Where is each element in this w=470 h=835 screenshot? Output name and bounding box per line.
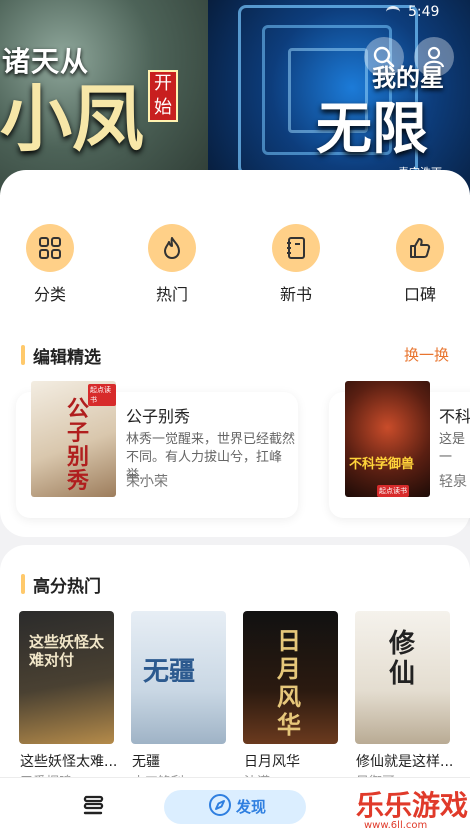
- category-icon-bg: [148, 224, 196, 272]
- publisher-badge: 起点读书: [377, 485, 409, 497]
- thumbs-up-icon: [410, 238, 431, 258]
- section-hot-header: 高分热门: [21, 572, 101, 597]
- search-button[interactable]: [364, 37, 404, 77]
- book-cover[interactable]: 无疆: [131, 611, 226, 744]
- section-accent-bar: [21, 574, 25, 594]
- category-icon-bg: [272, 224, 320, 272]
- banner-left-title-big: 小凤: [0, 76, 145, 161]
- bookshelf-icon[interactable]: [80, 794, 106, 818]
- user-icon: [423, 46, 445, 68]
- category-remen[interactable]: 热门: [132, 224, 212, 305]
- watermark-url: www.6ll.com: [364, 820, 428, 831]
- cover-title: 修仙: [389, 629, 416, 689]
- banner-left-seal: 开始: [148, 70, 178, 122]
- site-watermark: 乐乐游戏 www.6ll.com: [356, 784, 470, 835]
- nav-discover-tab[interactable]: [164, 790, 306, 824]
- category-label: 分类: [33, 285, 66, 304]
- cover-title: 不科学御兽: [349, 457, 415, 472]
- section-title: 编辑精选: [33, 347, 101, 368]
- book-cover[interactable]: 起点读书 公子别秀: [31, 381, 116, 497]
- category-icon-bg: [396, 224, 444, 272]
- profile-button[interactable]: [414, 37, 454, 77]
- book-cover[interactable]: 这些妖怪太难对付: [19, 611, 114, 744]
- book-title[interactable]: 日月风华: [244, 751, 342, 771]
- book-author: 轻泉: [439, 474, 467, 490]
- category-label: 新书: [279, 285, 312, 304]
- category-label: 热门: [155, 285, 188, 304]
- book-title: 不科: [439, 407, 470, 426]
- book-author: 荣小荣: [126, 474, 168, 490]
- wifi-icon: [386, 6, 400, 18]
- cover-title: 这些妖怪太难对付: [29, 633, 105, 669]
- nav-discover-label[interactable]: 发现: [236, 796, 266, 817]
- compass-icon: [209, 794, 231, 816]
- search-icon: [373, 46, 395, 68]
- category-xinshu[interactable]: 新书: [256, 224, 336, 305]
- banner-slide-left[interactable]: 诸天从 小凤 开始: [0, 0, 210, 195]
- category-label: 口碑: [403, 285, 436, 304]
- book-description: 这是一界。动: [439, 432, 466, 465]
- cover-title: 日月风华: [277, 626, 301, 739]
- section-accent-bar: [21, 345, 25, 365]
- watermark-title: 乐乐游戏: [356, 789, 469, 822]
- banner-carousel[interactable]: 诸天从 小凤 开始 我的星 无限运 青空洗雨 5:49: [0, 0, 470, 195]
- category-koubei[interactable]: 口碑: [380, 224, 460, 305]
- book-cover[interactable]: 修仙: [355, 611, 450, 744]
- book-cover[interactable]: 起点读书 不科学御兽: [345, 381, 430, 497]
- section-editor-picks-header: 编辑精选: [21, 343, 101, 368]
- cover-title: 公子别秀: [67, 396, 90, 494]
- book-cover[interactable]: 日月风华: [243, 611, 338, 744]
- notebook-icon: [287, 237, 305, 259]
- swap-button[interactable]: 换一换: [404, 344, 449, 365]
- section-title: 高分热门: [33, 576, 101, 597]
- book-title: 公子别秀: [126, 407, 191, 426]
- category-icon-bg: [26, 224, 74, 272]
- book-title[interactable]: 这些妖怪太难...: [20, 751, 118, 771]
- status-time: 5:49: [408, 4, 440, 20]
- flame-icon: [164, 237, 180, 259]
- grid-icon: [39, 237, 61, 259]
- category-fenlei[interactable]: 分类: [10, 224, 90, 305]
- cover-title: 无疆: [143, 657, 196, 687]
- publisher-badge: 起点读书: [88, 384, 116, 406]
- category-row: 分类 热门 新书 口碑: [0, 224, 470, 304]
- app-page: 诸天从 小凤 开始 我的星 无限运 青空洗雨 5:49: [0, 0, 470, 835]
- book-title[interactable]: 无疆: [132, 751, 230, 771]
- book-title[interactable]: 修仙就是这样...: [356, 751, 454, 771]
